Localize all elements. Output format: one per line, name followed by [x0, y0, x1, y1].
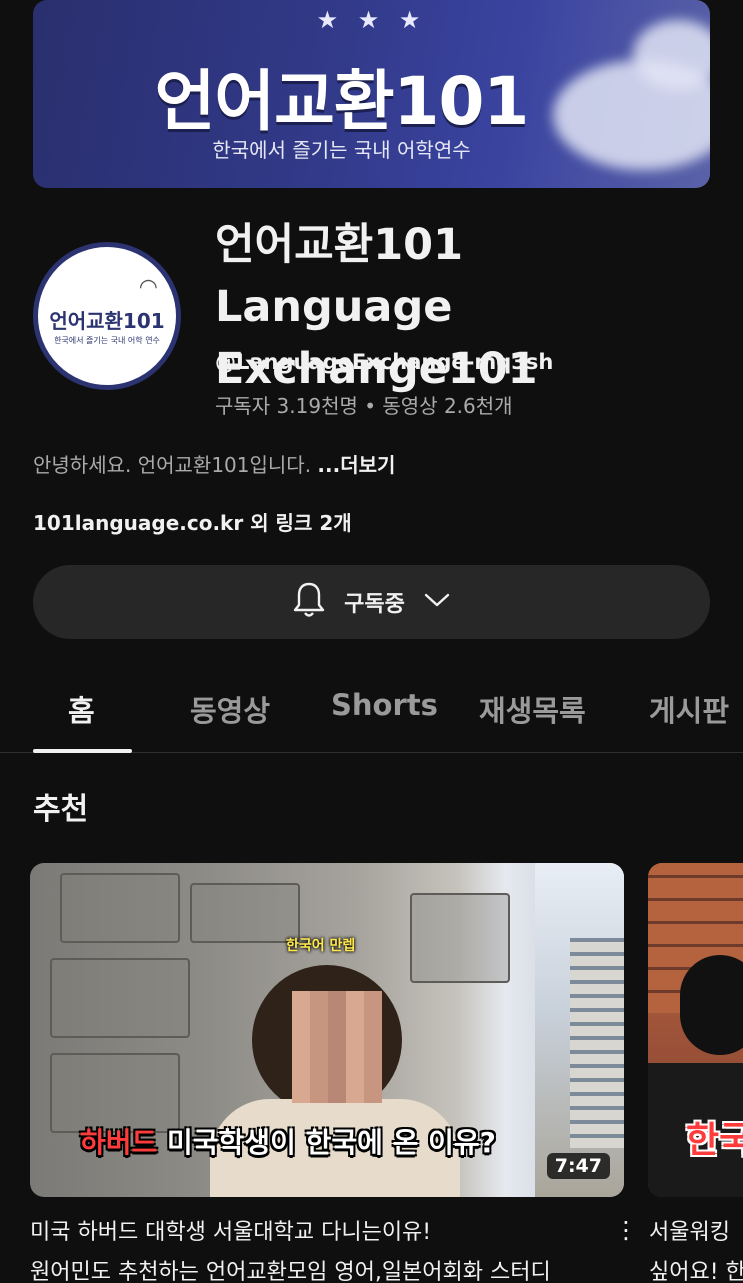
video-title-line: 미국 하버드 대학생 서울대학교 다니는이유!	[30, 1220, 432, 1245]
whale-icon: ◠	[138, 275, 158, 300]
more-link[interactable]: ...더보기	[317, 453, 395, 477]
video-thumbnail[interactable]: 한국	[648, 863, 743, 1197]
video-title[interactable]: 서울워킹 싶어요! 한	[649, 1213, 743, 1283]
thumbnail-caption-main: 미국학생이 한국에 온 이유?	[157, 1126, 496, 1159]
thumbnail-stone	[410, 893, 510, 983]
avatar-logo-subtitle: 한국에서 즐기는 국내 어학 연수	[54, 336, 160, 345]
tab-shorts[interactable]: Shorts	[331, 688, 438, 722]
more-options-icon[interactable]: ⋮	[614, 1216, 638, 1244]
bell-icon	[292, 580, 326, 624]
thumbnail-stone	[60, 873, 180, 943]
thumbnail-person-head	[680, 955, 743, 1055]
channel-links[interactable]: 101language.co.kr 외 링크 2개	[33, 507, 352, 536]
video-duration: 7:47	[546, 1153, 610, 1179]
banner-subtitle: 한국에서 즐기는 국내 어학연수	[212, 138, 471, 162]
chevron-down-icon	[423, 591, 451, 613]
thumbnail-building	[570, 938, 624, 1148]
active-tab-indicator	[33, 749, 132, 753]
channel-banner: ★ ★ ★ 언어교환101 한국에서 즐기는 국내 어학연수	[33, 0, 710, 188]
tab-videos[interactable]: 동영상	[190, 688, 270, 730]
tab-community[interactable]: 게시판	[649, 688, 729, 730]
thumbnail-stone	[50, 958, 190, 1038]
channel-tabs: 홈 동영상 Shorts 재생목록 게시판	[0, 660, 743, 753]
banner-stars: ★ ★ ★	[316, 6, 427, 34]
tab-home[interactable]: 홈	[68, 688, 95, 730]
description-text: 안녕하세요. 언어교환101입니다.	[33, 453, 318, 477]
thumbnail-caption: 한국	[686, 1120, 743, 1161]
banner-title: 언어교환101	[154, 63, 530, 140]
channel-handle: @LanguageExchange-mq3sh	[215, 350, 554, 374]
subscribed-label: 구독중	[344, 592, 405, 617]
video-title-line: 서울워킹	[649, 1220, 730, 1245]
subscribed-button[interactable]: 구독중	[33, 565, 710, 639]
channel-description[interactable]: 안녕하세요. 언어교환101입니다. ...더보기	[33, 449, 395, 478]
thumbnail-caption-top: 한국어 만렙	[286, 938, 356, 954]
thumbnail-caption-highlight: 하버드	[80, 1126, 158, 1159]
section-title: 추천	[33, 792, 89, 827]
video-title-line: 싶어요! 한	[649, 1260, 743, 1283]
avatar-logo-text: 언어교환101	[49, 309, 165, 333]
channel-stats: 구독자 3.19천명 • 동영상 2.6천개	[215, 394, 513, 418]
video-title[interactable]: 미국 하버드 대학생 서울대학교 다니는이유! 원어민도 추천하는 언어교환모임…	[30, 1213, 600, 1283]
tab-playlists[interactable]: 재생목록	[479, 688, 586, 730]
thumbnail-caption: 하버드 미국학생이 한국에 온 이유?	[80, 1121, 496, 1161]
thumbnail-blurred-face	[292, 991, 382, 1103]
video-thumbnail[interactable]: 한국어 만렙 하버드 미국학생이 한국에 온 이유? 7:47	[30, 863, 624, 1197]
channel-avatar[interactable]: ◠ 언어교환101 한국에서 즐기는 국내 어학 연수	[33, 242, 181, 390]
video-title-line: 원어민도 추천하는 언어교환모임 영어,일본어회화 스터디	[30, 1260, 551, 1283]
